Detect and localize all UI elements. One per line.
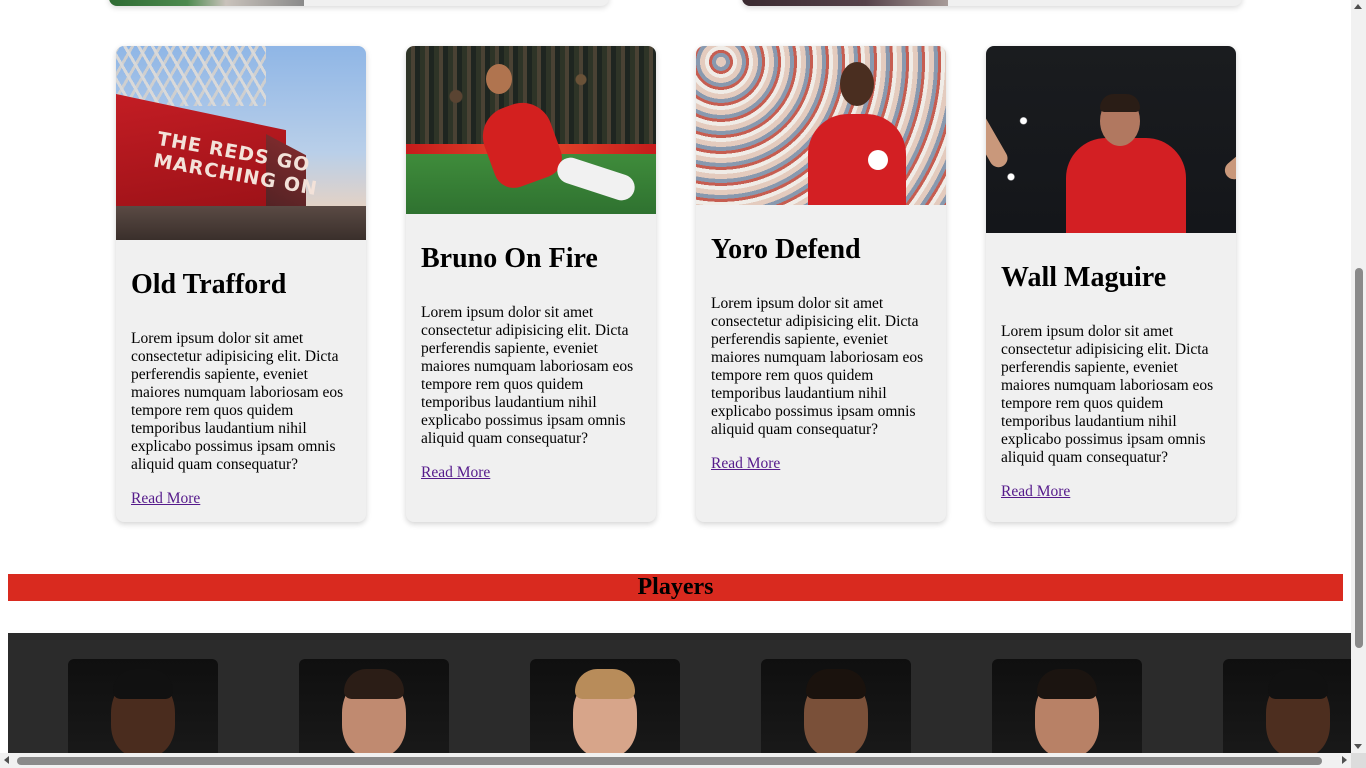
article-card: Wall Maguire Lorem ipsum dolor sit amet …: [986, 46, 1236, 522]
players-carousel: [8, 633, 1351, 768]
player-card[interactable]: [68, 659, 218, 768]
scrollbar-thumb[interactable]: [17, 757, 1322, 765]
article-text: Lorem ipsum dolor sit amet consectetur a…: [1001, 323, 1214, 466]
scrollbar-corner: [1351, 753, 1366, 768]
read-more-link[interactable]: Read More: [421, 464, 490, 482]
article-image: [742, 0, 948, 6]
article-text: Lorem ipsum dolor sit amet consectetur a…: [711, 295, 924, 438]
scrollbar-thumb[interactable]: [1355, 268, 1363, 648]
bruno-image: [406, 46, 656, 214]
scroll-right-icon[interactable]: [1342, 756, 1347, 764]
player-card[interactable]: [992, 659, 1142, 768]
player-card[interactable]: [1223, 659, 1351, 768]
article-title: Bruno On Fire: [421, 243, 598, 274]
read-more-link[interactable]: Read More: [131, 490, 200, 508]
read-more-link[interactable]: Read More: [1001, 483, 1070, 501]
article-title: Wall Maguire: [1001, 262, 1167, 293]
horizontal-scrollbar[interactable]: [0, 753, 1351, 768]
players-section-header: Players: [8, 574, 1343, 601]
article-text: Lorem ipsum dolor sit amet consectetur a…: [421, 304, 634, 447]
article-card-partial: [742, 0, 1242, 6]
article-card-partial: [109, 0, 609, 6]
article-card: Bruno On Fire Lorem ipsum dolor sit amet…: [406, 46, 656, 522]
article-title: Yoro Defend: [711, 234, 861, 265]
player-card[interactable]: [299, 659, 449, 768]
read-more-link[interactable]: Read More: [711, 455, 780, 473]
player-card[interactable]: [761, 659, 911, 768]
maguire-image: [986, 46, 1236, 233]
article-card: Yoro Defend Lorem ipsum dolor sit amet c…: [696, 46, 946, 522]
scroll-up-icon[interactable]: [1354, 4, 1362, 9]
article-image: [109, 0, 304, 6]
player-card[interactable]: [530, 659, 680, 768]
scroll-left-icon[interactable]: [4, 756, 9, 764]
article-card: THE REDS GO MARCHING ON Old Trafford Lor…: [116, 46, 366, 522]
vertical-scrollbar[interactable]: [1351, 0, 1366, 753]
yoro-image: [696, 46, 946, 205]
scroll-down-icon[interactable]: [1354, 744, 1362, 749]
article-title: Old Trafford: [131, 269, 287, 300]
article-text: Lorem ipsum dolor sit amet consectetur a…: [131, 330, 344, 473]
old-trafford-image: THE REDS GO MARCHING ON: [116, 46, 366, 240]
section-title: Players: [637, 574, 714, 600]
